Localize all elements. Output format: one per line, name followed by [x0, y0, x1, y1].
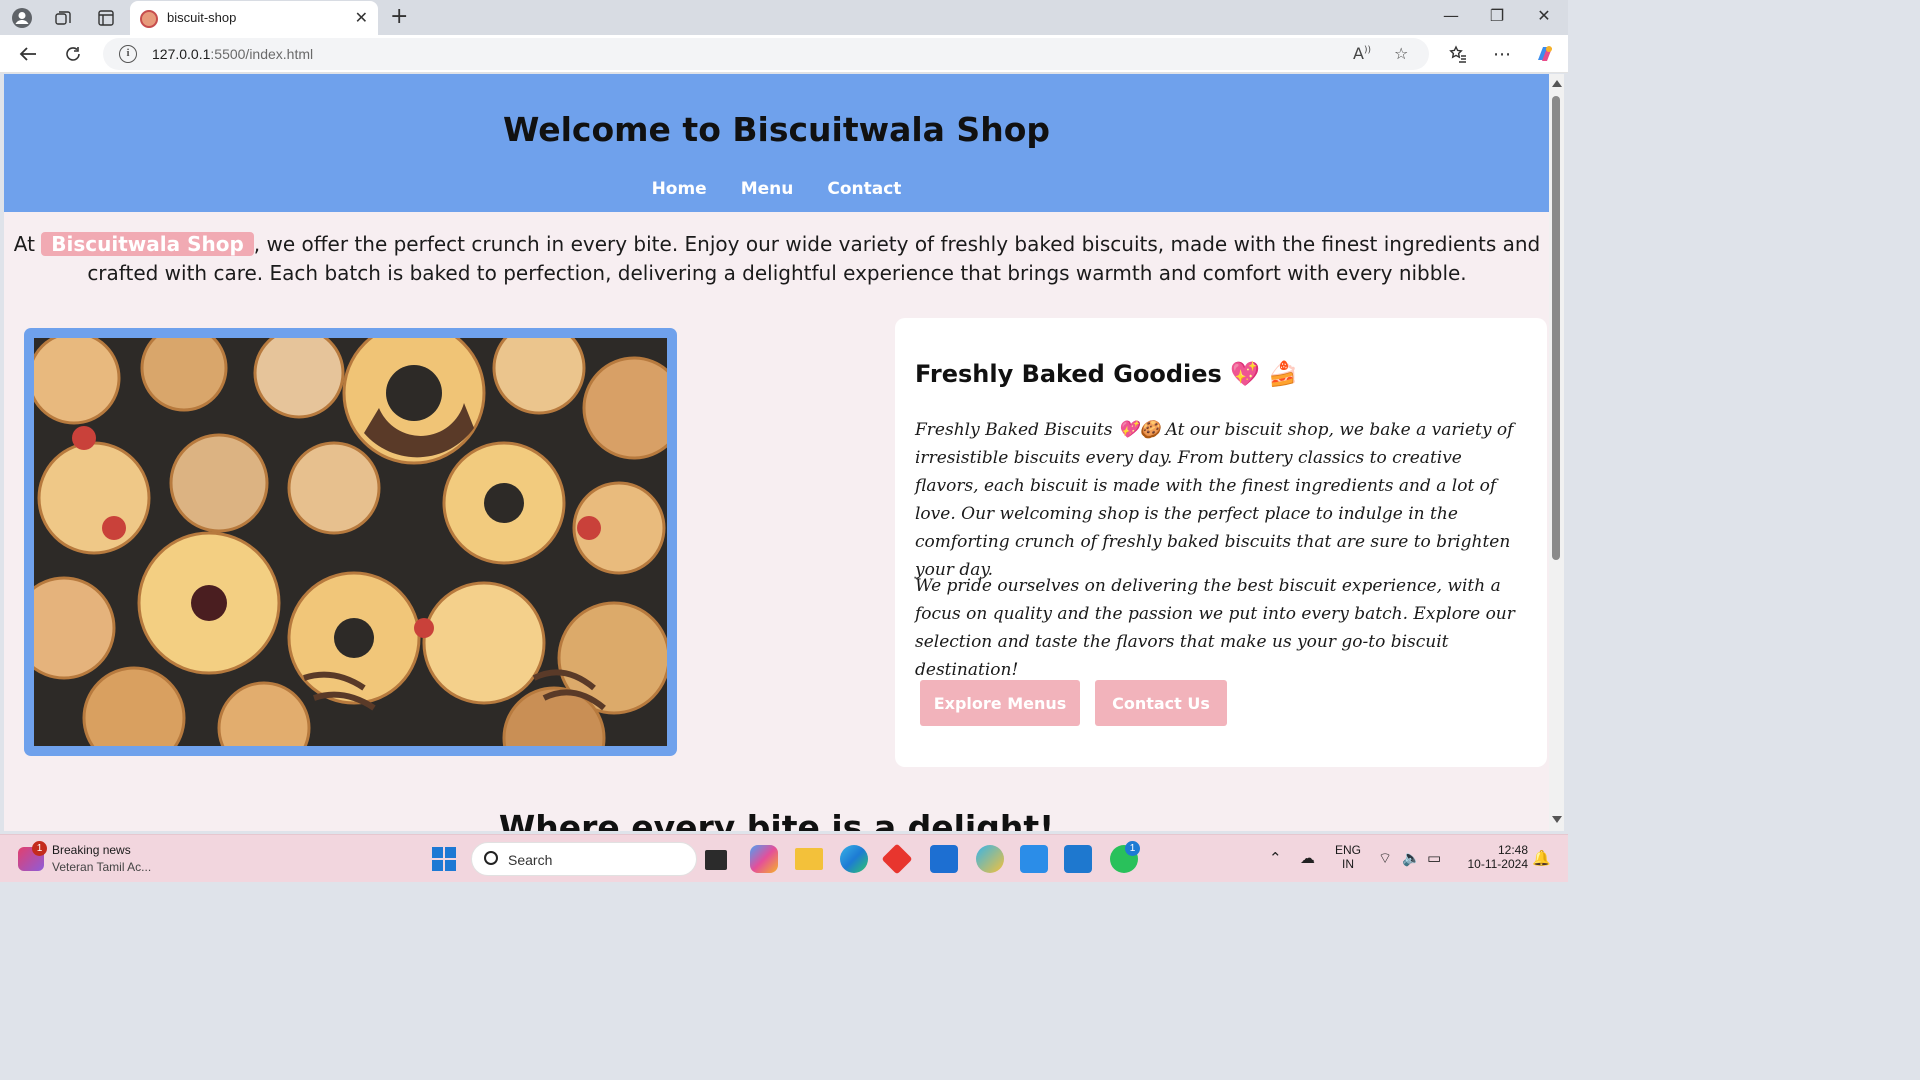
intro-body: , we offer the perfect crunch in every b…	[87, 232, 1541, 285]
card-paragraph-1: Freshly Baked Biscuits 💖🍪 At our biscuit…	[915, 420, 1514, 580]
window-close-icon[interactable]: ✕	[1524, 6, 1564, 25]
microsoft-store-icon[interactable]	[930, 845, 958, 873]
minimize-icon[interactable]: —	[1431, 6, 1471, 25]
biscuit-photo	[34, 338, 667, 746]
news-badge: 1	[32, 841, 47, 856]
news-subtitle[interactable]: Veteran Tamil Ac...	[52, 860, 151, 874]
back-icon[interactable]	[14, 41, 42, 67]
workspaces-icon[interactable]	[50, 5, 76, 31]
tab-actions-icon[interactable]	[93, 5, 119, 31]
refresh-icon[interactable]	[59, 41, 87, 67]
browser-titlebar: biscuit-shop ✕ + — ❐ ✕	[0, 0, 1568, 35]
clock-time: 12:48	[1497, 843, 1528, 857]
region-code: IN	[1342, 857, 1354, 871]
card-title: Freshly Baked Goodies 💖 🍰	[915, 360, 1299, 388]
contact-us-button[interactable]: Contact Us	[1095, 680, 1227, 726]
tray-overflow-icon[interactable]: ⌃	[1269, 849, 1282, 867]
whatsapp-badge: 1	[1125, 841, 1140, 856]
vscode-icon[interactable]	[1064, 845, 1092, 873]
search-label: Search	[508, 852, 553, 868]
browser-toolbar: i 127.0.0.1:5500/index.html A)) ☆ ⋯	[0, 35, 1568, 73]
windows-taskbar: 1 Breaking news Veteran Tamil Ac... Sear…	[0, 834, 1568, 882]
tab-title: biscuit-shop	[167, 10, 237, 25]
card-paragraph-2: We pride ourselves on delivering the bes…	[915, 576, 1515, 680]
news-title[interactable]: Breaking news	[52, 843, 131, 857]
active-tab[interactable]: biscuit-shop ✕	[130, 1, 378, 35]
task-view-icon[interactable]	[705, 850, 727, 870]
address-bar[interactable]: i 127.0.0.1:5500/index.html A)) ☆	[103, 38, 1429, 70]
onedrive-icon[interactable]: ☁	[1300, 849, 1315, 867]
nav-home-link[interactable]: Home	[652, 179, 707, 199]
intro-paragraph: At Biscuitwala Shop, we offer the perfec…	[12, 230, 1542, 288]
clock-date: 10-11-2024	[1467, 857, 1529, 871]
biscuit-photo-frame	[24, 328, 677, 756]
scroll-thumb[interactable]	[1552, 96, 1560, 560]
page-scrollbar[interactable]	[1549, 74, 1564, 831]
section-heading: Where every bite is a delight!	[498, 808, 1055, 831]
nav-menu-link[interactable]: Menu	[741, 179, 794, 199]
goodies-card: Freshly Baked Goodies 💖 🍰 Freshly Baked …	[895, 318, 1547, 767]
favorites-icon[interactable]	[1444, 41, 1472, 67]
new-tab-icon[interactable]: +	[390, 4, 408, 29]
favorite-star-icon[interactable]: ☆	[1394, 44, 1408, 63]
taskbar-search[interactable]: Search	[471, 842, 697, 876]
notification-bell-icon[interactable]: 🔔	[1532, 849, 1551, 867]
read-aloud-icon[interactable]: A))	[1353, 44, 1371, 63]
main-nav: Home Menu Contact	[4, 179, 1549, 199]
scroll-down-icon[interactable]	[1552, 816, 1562, 823]
weather-app-icon[interactable]	[976, 845, 1004, 873]
restore-icon[interactable]: ❐	[1477, 6, 1517, 25]
site-title: Welcome to Biscuitwala Shop	[503, 110, 1050, 149]
copilot-icon[interactable]	[1531, 41, 1559, 67]
profile-icon[interactable]	[9, 5, 35, 31]
nav-contact-link[interactable]: Contact	[827, 179, 901, 199]
explore-menus-button[interactable]: Explore Menus	[920, 680, 1080, 726]
intro-prefix: At	[13, 232, 42, 256]
battery-icon[interactable]: ▭	[1427, 849, 1441, 867]
language-indicator[interactable]: ENG IN	[1333, 843, 1363, 871]
brand-highlight: Biscuitwala Shop	[41, 232, 254, 256]
page-viewport: Welcome to Biscuitwala Shop Home Menu Co…	[4, 74, 1549, 831]
scroll-up-icon[interactable]	[1552, 80, 1562, 87]
copilot-app-icon[interactable]	[750, 845, 778, 873]
site-header: Welcome to Biscuitwala Shop Home Menu Co…	[4, 74, 1549, 212]
site-info-icon[interactable]: i	[119, 45, 137, 63]
todo-app-icon[interactable]	[1020, 845, 1048, 873]
wifi-icon[interactable]: ⌔	[1378, 849, 1392, 868]
more-options-icon[interactable]: ⋯	[1488, 41, 1516, 67]
language-code: ENG	[1334, 843, 1361, 857]
search-icon	[484, 851, 498, 865]
file-explorer-icon[interactable]	[795, 848, 823, 870]
clock[interactable]: 12:48 10-11-2024	[1456, 843, 1529, 871]
tab-close-icon[interactable]: ✕	[355, 8, 368, 27]
start-windows-icon[interactable]	[432, 847, 456, 871]
app-red-diamond-icon[interactable]	[881, 843, 913, 875]
edge-browser-icon[interactable]	[840, 845, 868, 873]
url-text[interactable]: 127.0.0.1:5500/index.html	[152, 46, 313, 62]
volume-icon[interactable]: 🔈	[1402, 849, 1421, 867]
biscuit-favicon-icon	[140, 10, 158, 28]
